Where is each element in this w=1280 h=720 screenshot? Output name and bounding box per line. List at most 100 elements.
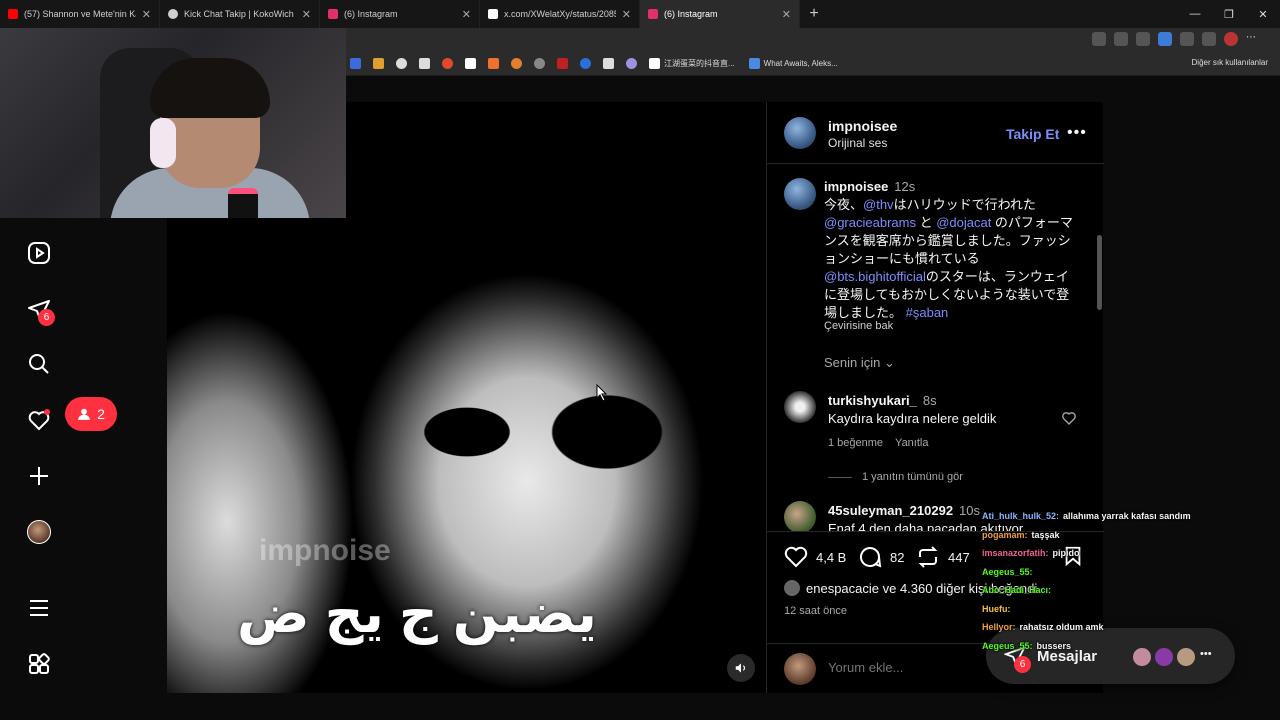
hashtag-link[interactable]: #şaban	[906, 305, 949, 320]
caption-avatar[interactable]	[784, 178, 816, 210]
avatar	[784, 653, 816, 685]
read-aloud-icon[interactable]	[1158, 32, 1172, 46]
tab-instagram[interactable]: (6) Instagram ✕	[320, 0, 480, 28]
chat-username: imsanazorfatih:	[982, 548, 1049, 558]
toolbar-icons: ⋯	[1092, 32, 1260, 46]
collections-icon[interactable]	[1202, 32, 1216, 46]
messages-icon[interactable]: 6	[24, 295, 55, 326]
more-options-icon[interactable]: •••	[1067, 124, 1087, 142]
other-bookmarks[interactable]: Diğer sık kullanılanlar	[1192, 58, 1268, 67]
sort-dropdown[interactable]: Senin için ⌄	[824, 355, 895, 371]
close-tab-icon[interactable]: ✕	[782, 8, 791, 21]
more-menu-icon[interactable]	[24, 593, 54, 623]
bookmark-icon[interactable]	[396, 58, 407, 69]
streamer-hair	[150, 58, 270, 118]
tab-kick-chat[interactable]: Kick Chat Takip | KokoWich ✕	[160, 0, 320, 28]
bookmark-icon[interactable]	[511, 58, 522, 69]
comment-avatar[interactable]	[784, 501, 816, 531]
see-translation-link[interactable]: Çevirisine bak	[824, 320, 893, 332]
window-controls: — ❐ ✕	[1178, 0, 1280, 28]
profile-avatar[interactable]	[24, 517, 54, 547]
bookmark-icon[interactable]	[534, 58, 545, 69]
chat-message: pogamam: taşşak	[982, 526, 1242, 545]
tab-instagram-active[interactable]: (6) Instagram ✕	[640, 0, 800, 28]
bookmark-icon[interactable]	[580, 58, 591, 69]
comments-scrollbar[interactable]	[1097, 235, 1102, 310]
favorite-star-icon[interactable]	[1136, 32, 1150, 46]
close-tab-icon[interactable]: ✕	[462, 8, 471, 21]
close-tab-icon[interactable]: ✕	[622, 8, 631, 21]
bookmark-icon[interactable]	[603, 58, 614, 69]
comment-username[interactable]: 45suleyman_210292	[828, 503, 953, 518]
post-header: impnoisee Orijinal ses Takip Et •••	[767, 102, 1104, 164]
also-from-meta-icon[interactable]	[24, 649, 54, 679]
mention-link[interactable]: @thv	[863, 197, 894, 212]
extensions-icon[interactable]	[1180, 32, 1194, 46]
instagram-sidebar: 6	[0, 218, 78, 720]
browser-tab-bar: (57) Shannon ve Mete'nin Karavan✕ Kick C…	[0, 0, 1280, 28]
chat-username: Aegeus_55:	[982, 640, 1033, 651]
chat-text: pipido	[1052, 548, 1080, 558]
notification-popup[interactable]: 2	[65, 397, 117, 431]
youtube-icon	[8, 9, 18, 19]
comment-time: 10s	[959, 503, 981, 518]
bookmark-icon[interactable]	[626, 58, 637, 69]
mention-link[interactable]: @gracieabrams	[824, 215, 916, 230]
author-avatar[interactable]	[784, 117, 816, 149]
comments-scroll-area[interactable]: impnoisee 12s 今夜、@thvはハリウッドで行われた @graciea…	[767, 165, 1104, 531]
minimize-button[interactable]: —	[1178, 0, 1212, 28]
close-tab-icon[interactable]: ✕	[142, 8, 151, 21]
restore-button[interactable]: ❐	[1212, 0, 1246, 28]
caption-username[interactable]: impnoisee	[824, 179, 888, 194]
chat-username: Hellyor:	[982, 622, 1016, 632]
view-replies-button[interactable]: 1 yanıtın tümünü gör	[828, 471, 963, 483]
tab-x[interactable]: x.com/XWelatXy/status/20856437✕	[480, 0, 640, 28]
chat-message: Aegeus_55: bussers	[982, 637, 1242, 656]
comment-likes[interactable]: 1 beğenme	[828, 437, 883, 449]
chat-message: Aegeus_55:	[982, 563, 1242, 582]
bookmark-icon[interactable]	[419, 58, 430, 69]
reply-button[interactable]: Yanıtla	[895, 437, 928, 449]
notifications-heart-icon[interactable]	[24, 405, 54, 435]
create-plus-icon[interactable]	[24, 461, 54, 491]
instagram-icon	[648, 9, 658, 19]
caption-time: 12s	[894, 179, 916, 194]
audio-label[interactable]: Orijinal ses	[828, 136, 887, 150]
close-window-button[interactable]: ✕	[1246, 0, 1280, 28]
like-action[interactable]: 4,4 B	[784, 545, 846, 569]
volume-button[interactable]	[727, 654, 755, 682]
share-action[interactable]: 447	[916, 545, 970, 569]
microphone	[228, 188, 258, 218]
mention-link[interactable]: @dojacat	[936, 215, 991, 230]
bookmark-icon[interactable]	[442, 58, 453, 69]
comment-action[interactable]: 82	[858, 545, 904, 569]
globe-icon	[168, 9, 178, 19]
comment-avatar[interactable]	[784, 391, 816, 423]
bookmark-icon[interactable]	[350, 58, 361, 69]
tab-youtube[interactable]: (57) Shannon ve Mete'nin Karavan✕	[0, 0, 160, 28]
zoom-icon[interactable]	[1114, 32, 1128, 46]
follow-button[interactable]: Takip Et	[1006, 126, 1059, 142]
bookmark-icon[interactable]	[465, 58, 476, 69]
new-tab-button[interactable]: +	[800, 5, 828, 23]
bookmark-douyin[interactable]: 江湖蛋菜的抖音直...	[649, 58, 735, 69]
bookmark-icon[interactable]	[373, 58, 384, 69]
share-count: 447	[948, 549, 970, 565]
search-icon[interactable]	[24, 349, 54, 379]
split-screen-icon[interactable]	[1092, 32, 1106, 46]
liker-avatar	[784, 580, 800, 596]
close-tab-icon[interactable]: ✕	[302, 8, 311, 21]
profile-icon[interactable]	[1224, 32, 1238, 46]
mention-link[interactable]: @bts.bighitofficial	[824, 269, 926, 284]
bookmark-icon[interactable]	[557, 58, 568, 69]
comment-username[interactable]: turkishyukari_	[828, 393, 917, 408]
comment-time: 8s	[922, 393, 937, 408]
user-icon	[78, 408, 90, 420]
menu-icon[interactable]: ⋯	[1246, 32, 1260, 46]
bookmark-icon[interactable]	[488, 58, 499, 69]
author-username[interactable]: impnoisee	[828, 118, 897, 134]
bookmark-what-awaits[interactable]: What Awaits, Aleks...	[748, 58, 838, 69]
reels-icon[interactable]	[24, 238, 54, 268]
comment-like-icon[interactable]	[1061, 410, 1077, 426]
repost-icon	[918, 546, 938, 568]
